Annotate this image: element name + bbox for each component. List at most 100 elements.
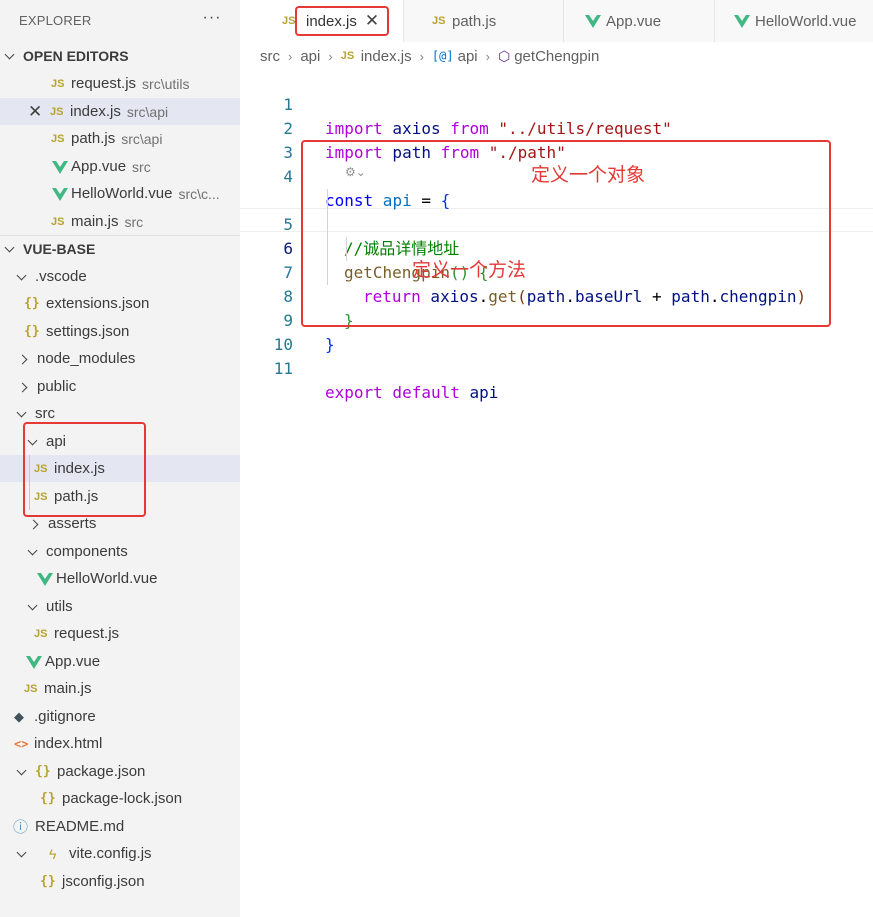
chevron-right-icon (19, 354, 29, 364)
folder-name: components (46, 543, 128, 560)
folder-name: public (37, 378, 77, 395)
folder-name: utils (46, 598, 73, 615)
js-file-icon: JS (24, 682, 38, 695)
breadcrumb-item[interactable]: index.js (361, 48, 412, 65)
file-name: settings.json (46, 323, 130, 340)
annotation-method-label: 定义一个方法 (412, 259, 527, 281)
chevron-down-icon (17, 272, 27, 282)
file-name: .gitignore (34, 708, 96, 725)
annotation-box-api-folder (23, 422, 146, 517)
code-line: 2 import path from "./path" (240, 93, 873, 162)
tree-file[interactable]: {} extensions.json (0, 290, 240, 317)
js-file-icon: JS (432, 15, 446, 27)
js-file-icon: JS (51, 215, 65, 228)
tree-folder[interactable]: utils (0, 593, 240, 620)
js-file-icon: JS (50, 105, 64, 118)
open-editor-item-active[interactable]: ✕ JS index.js src\api (0, 98, 240, 125)
tree-folder[interactable]: public (0, 373, 240, 400)
annotation-object-label: 定义一个对象 (531, 164, 646, 186)
open-editor-item[interactable]: JS main.js src (0, 208, 240, 235)
chevron-right-icon: › (328, 48, 333, 64)
chevron-down-icon (17, 767, 27, 777)
tree-folder[interactable]: node_modules (0, 345, 240, 372)
file-name: request.js (54, 625, 120, 642)
open-editor-item[interactable]: HelloWorld.vue src\c... (0, 180, 240, 207)
file-name: index.js (70, 103, 121, 120)
tab-path-js[interactable]: JS path.js (404, 0, 563, 42)
keyword: default (382, 383, 460, 402)
tree-folder[interactable]: components (0, 538, 240, 565)
tree-folder[interactable]: .vscode (0, 263, 240, 290)
chevron-down-icon (28, 547, 38, 557)
chevron-right-icon: › (419, 48, 424, 64)
tree-file[interactable]: JS main.js (0, 675, 240, 702)
file-name: extensions.json (46, 295, 150, 312)
tab-app-vue[interactable]: App.vue (564, 0, 714, 42)
file-name: main.js (71, 213, 119, 230)
more-actions-icon[interactable]: ··· (202, 8, 222, 28)
tree-folder[interactable]: {} package.json (0, 758, 240, 785)
explorer-title: EXPLORER (19, 13, 92, 28)
js-file-icon: JS (51, 77, 65, 90)
file-name: main.js (44, 680, 92, 697)
tab-helloworld-vue[interactable]: HelloWorld.vue (715, 0, 873, 42)
project-title: VUE-BASE (23, 241, 96, 257)
html-file-icon: <> (14, 736, 29, 751)
project-header[interactable]: VUE-BASE (0, 235, 240, 262)
vue-file-icon (51, 160, 71, 174)
tree-file[interactable]: JS request.js (0, 620, 240, 647)
tree-file[interactable]: ◆ .gitignore (0, 703, 240, 730)
open-editor-item[interactable]: JS path.js src\api (0, 125, 240, 152)
file-name: App.vue (45, 653, 101, 670)
keyword: export (325, 383, 383, 402)
folder-name: .vscode (35, 268, 87, 285)
breadcrumb-item[interactable]: api (458, 48, 478, 65)
tree-file[interactable]: HelloWorld.vue (0, 565, 240, 592)
tree-file[interactable]: ⓘ README.md (0, 813, 240, 840)
git-icon: ◆ (14, 708, 24, 724)
breadcrumb-item[interactable]: api (300, 48, 320, 65)
json-file-icon: {} (35, 764, 51, 779)
tree-file[interactable]: {} package-lock.json (0, 785, 240, 812)
file-name: request.js (71, 75, 137, 92)
file-name: index.html (34, 735, 103, 752)
tab-label: path.js (452, 12, 497, 30)
file-name: package-lock.json (62, 790, 183, 807)
json-file-icon: {} (24, 324, 40, 339)
file-name: HelloWorld.vue (71, 185, 173, 202)
vue-file-icon (51, 187, 71, 201)
breadcrumb-item[interactable]: getChengpin (514, 48, 599, 65)
file-path: src (124, 213, 144, 230)
open-editors-header[interactable]: OPEN EDITORS (0, 42, 240, 69)
json-file-icon: {} (40, 874, 56, 889)
tree-file[interactable]: App.vue (0, 648, 240, 675)
json-file-icon: {} (40, 791, 56, 806)
file-name: vite.config.js (69, 845, 152, 862)
vue-file-icon (733, 14, 755, 28)
chevron-right-icon (19, 382, 29, 392)
tab-label: App.vue (606, 12, 662, 30)
tree-file[interactable]: {} jsconfig.json (0, 868, 240, 895)
chevron-down-icon (28, 602, 38, 612)
variable-symbol-icon: [@] (431, 49, 454, 63)
breadcrumb-item[interactable]: src (260, 48, 280, 65)
tree-file[interactable]: <> index.html (0, 730, 240, 757)
json-file-icon: {} (24, 296, 40, 311)
chevron-down-icon (17, 849, 27, 859)
tree-file[interactable]: {} settings.json (0, 318, 240, 345)
chevron-down-icon (5, 244, 15, 254)
tree-folder[interactable]: ϟ vite.config.js (0, 840, 240, 867)
vue-file-icon (584, 14, 606, 28)
breadcrumb: src › api › JS index.js › [@] api › ⬡ ge… (240, 44, 873, 68)
explorer-header: EXPLORER ··· (0, 0, 240, 42)
open-editor-item[interactable]: JS request.js src\utils (0, 70, 240, 97)
close-icon[interactable]: ✕ (28, 102, 46, 122)
code-line: 11 export default api (240, 333, 873, 402)
line-number: 4 (283, 167, 293, 186)
chevron-right-icon: › (485, 48, 490, 64)
open-editor-item[interactable]: App.vue src (0, 153, 240, 180)
chevron-right-icon (30, 519, 40, 529)
method-cube-icon: ⬡ (497, 47, 511, 64)
chevron-down-icon (5, 51, 15, 61)
file-name: jsconfig.json (62, 873, 145, 890)
